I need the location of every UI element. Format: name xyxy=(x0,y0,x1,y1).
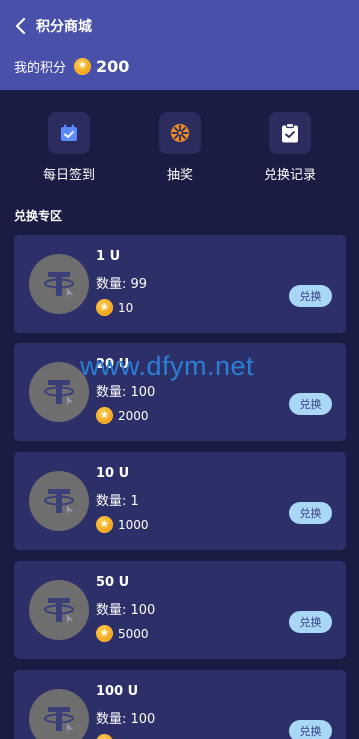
watermark-text: www.dfym.net xyxy=(80,351,255,381)
product-quantity: 数量: 100 xyxy=(96,603,156,618)
product-card: 10 U 数量: 1 ★ 1000 兑换 xyxy=(14,452,346,550)
my-points: 我的积分 ★ 200 xyxy=(14,54,129,78)
page-title: 积分商城 xyxy=(36,19,92,35)
redeem-button[interactable]: 兑换 xyxy=(289,720,332,739)
back-nav[interactable]: 积分商城 xyxy=(14,14,92,38)
product-cost-value: 5000 xyxy=(118,626,149,641)
product-quantity: 数量: 100 xyxy=(96,385,156,400)
product-cost: ★ 5000 xyxy=(96,625,149,642)
star-coin-icon: ★ xyxy=(96,516,113,533)
section-title: 兑换专区 xyxy=(14,209,63,223)
clipboard-check-icon[interactable] xyxy=(269,112,311,154)
product-quantity: 数量: 1 xyxy=(96,494,139,509)
product-cost-value: 2000 xyxy=(118,408,149,423)
calendar-check-icon[interactable] xyxy=(48,112,90,154)
action-label: 抽奖 xyxy=(166,168,193,183)
star-coin-icon: ★ xyxy=(96,407,113,424)
product-name: 50 U xyxy=(96,575,130,590)
points-label: 我的积分 xyxy=(14,60,67,76)
tether-logo-icon xyxy=(29,471,89,531)
redeem-button[interactable]: 兑换 xyxy=(289,393,332,415)
product-name: 1 U xyxy=(96,249,121,264)
product-cost: ★ 10 xyxy=(96,299,133,316)
action-daily-checkin[interactable]: 每日签到 xyxy=(19,112,119,183)
star-coin-icon: ★ xyxy=(74,57,92,75)
product-quantity: 数量: 100 xyxy=(96,712,156,727)
redeem-button[interactable]: 兑换 xyxy=(289,611,332,633)
star-coin-icon: ★ xyxy=(96,299,113,316)
product-quantity: 数量: 99 xyxy=(96,277,148,292)
product-card: 1 U 数量: 99 ★ 10 兑换 xyxy=(14,235,346,333)
product-cost: ★ 2000 xyxy=(96,407,149,424)
chevron-left-icon[interactable] xyxy=(14,17,28,35)
product-cost-value: 10 xyxy=(118,300,134,315)
product-name: 100 U xyxy=(96,684,139,699)
product-cost: ★ xyxy=(96,734,118,739)
action-redeem-history[interactable]: 兑换记录 xyxy=(240,112,340,183)
app-header: 积分商城 我的积分 ★ 200 xyxy=(0,0,359,90)
product-name: 10 U xyxy=(96,466,130,481)
redeem-button[interactable]: 兑换 xyxy=(289,285,332,307)
points-value: 200 xyxy=(96,56,130,76)
action-lottery[interactable]: 抽奖 xyxy=(130,112,230,183)
product-cost: ★ 1000 xyxy=(96,516,149,533)
tether-logo-icon xyxy=(29,254,89,314)
product-card: 100 U 数量: 100 ★ 兑换 xyxy=(14,670,346,739)
redeem-button[interactable]: 兑换 xyxy=(289,502,332,524)
quick-actions: 每日签到 抽奖 兑换记录 xyxy=(0,112,359,184)
product-cost-value: 1000 xyxy=(118,517,149,532)
tether-logo-icon xyxy=(29,580,89,640)
tether-logo-icon xyxy=(29,689,89,739)
action-label: 兑换记录 xyxy=(263,168,316,183)
star-coin-icon: ★ xyxy=(96,625,113,642)
action-label: 每日签到 xyxy=(42,168,95,183)
product-card: 50 U 数量: 100 ★ 5000 兑换 xyxy=(14,561,346,659)
prize-wheel-icon[interactable] xyxy=(159,112,201,154)
star-coin-icon: ★ xyxy=(96,734,113,739)
